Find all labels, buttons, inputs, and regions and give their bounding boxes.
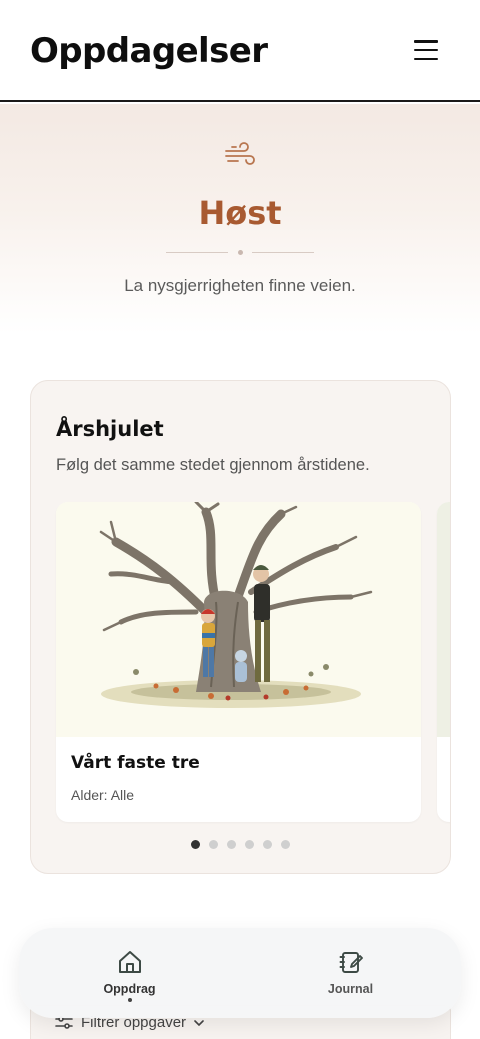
pagination-dot[interactable] bbox=[281, 840, 290, 849]
journal-icon bbox=[339, 952, 363, 973]
season-title: Høst bbox=[198, 194, 282, 232]
carousel-item-title: Vårt faste tre bbox=[71, 753, 200, 773]
hero-divider bbox=[166, 250, 314, 256]
tree-illustration bbox=[56, 502, 421, 737]
carousel-item[interactable]: Vårt faste tre Alder: Alle bbox=[56, 502, 421, 822]
next-illustration bbox=[437, 502, 450, 737]
carousel-item-age: Alder: Alle bbox=[71, 787, 135, 803]
active-indicator bbox=[127, 998, 132, 1002]
year-wheel-card: Årshjulet Følg det samme stedet gjennom … bbox=[30, 380, 451, 874]
season-hero: Høst La nysgjerrigheten finne veien. bbox=[0, 104, 480, 334]
app-header: Oppdagelser bbox=[0, 0, 480, 102]
hero-subtitle: La nysgjerrigheten finne veien. bbox=[124, 276, 356, 295]
home-icon bbox=[118, 951, 141, 973]
nav-label-journal: Journal bbox=[327, 982, 374, 996]
pagination-dot[interactable] bbox=[191, 840, 200, 849]
nav-item-journal[interactable]: Journal bbox=[240, 928, 461, 1018]
year-wheel-title: Årshjulet bbox=[56, 417, 164, 441]
carousel-item-next[interactable] bbox=[437, 502, 450, 822]
wind-icon bbox=[225, 142, 255, 165]
bottom-navigation: Oppdrag Journal bbox=[19, 928, 461, 1018]
year-wheel-subtitle: Følg det samme stedet gjennom årstidene. bbox=[56, 456, 370, 474]
pagination-dot[interactable] bbox=[227, 840, 236, 849]
app-title: Oppdagelser bbox=[30, 31, 268, 71]
hamburger-menu-icon[interactable] bbox=[414, 40, 438, 60]
pagination-dot[interactable] bbox=[209, 840, 218, 849]
chevron-down-icon bbox=[194, 1019, 204, 1026]
nav-label-oppdrag: Oppdrag bbox=[103, 982, 156, 996]
pagination-dot[interactable] bbox=[263, 840, 272, 849]
pagination-dot[interactable] bbox=[245, 840, 254, 849]
nav-item-oppdrag[interactable]: Oppdrag bbox=[19, 928, 240, 1018]
carousel-pagination bbox=[191, 840, 290, 849]
